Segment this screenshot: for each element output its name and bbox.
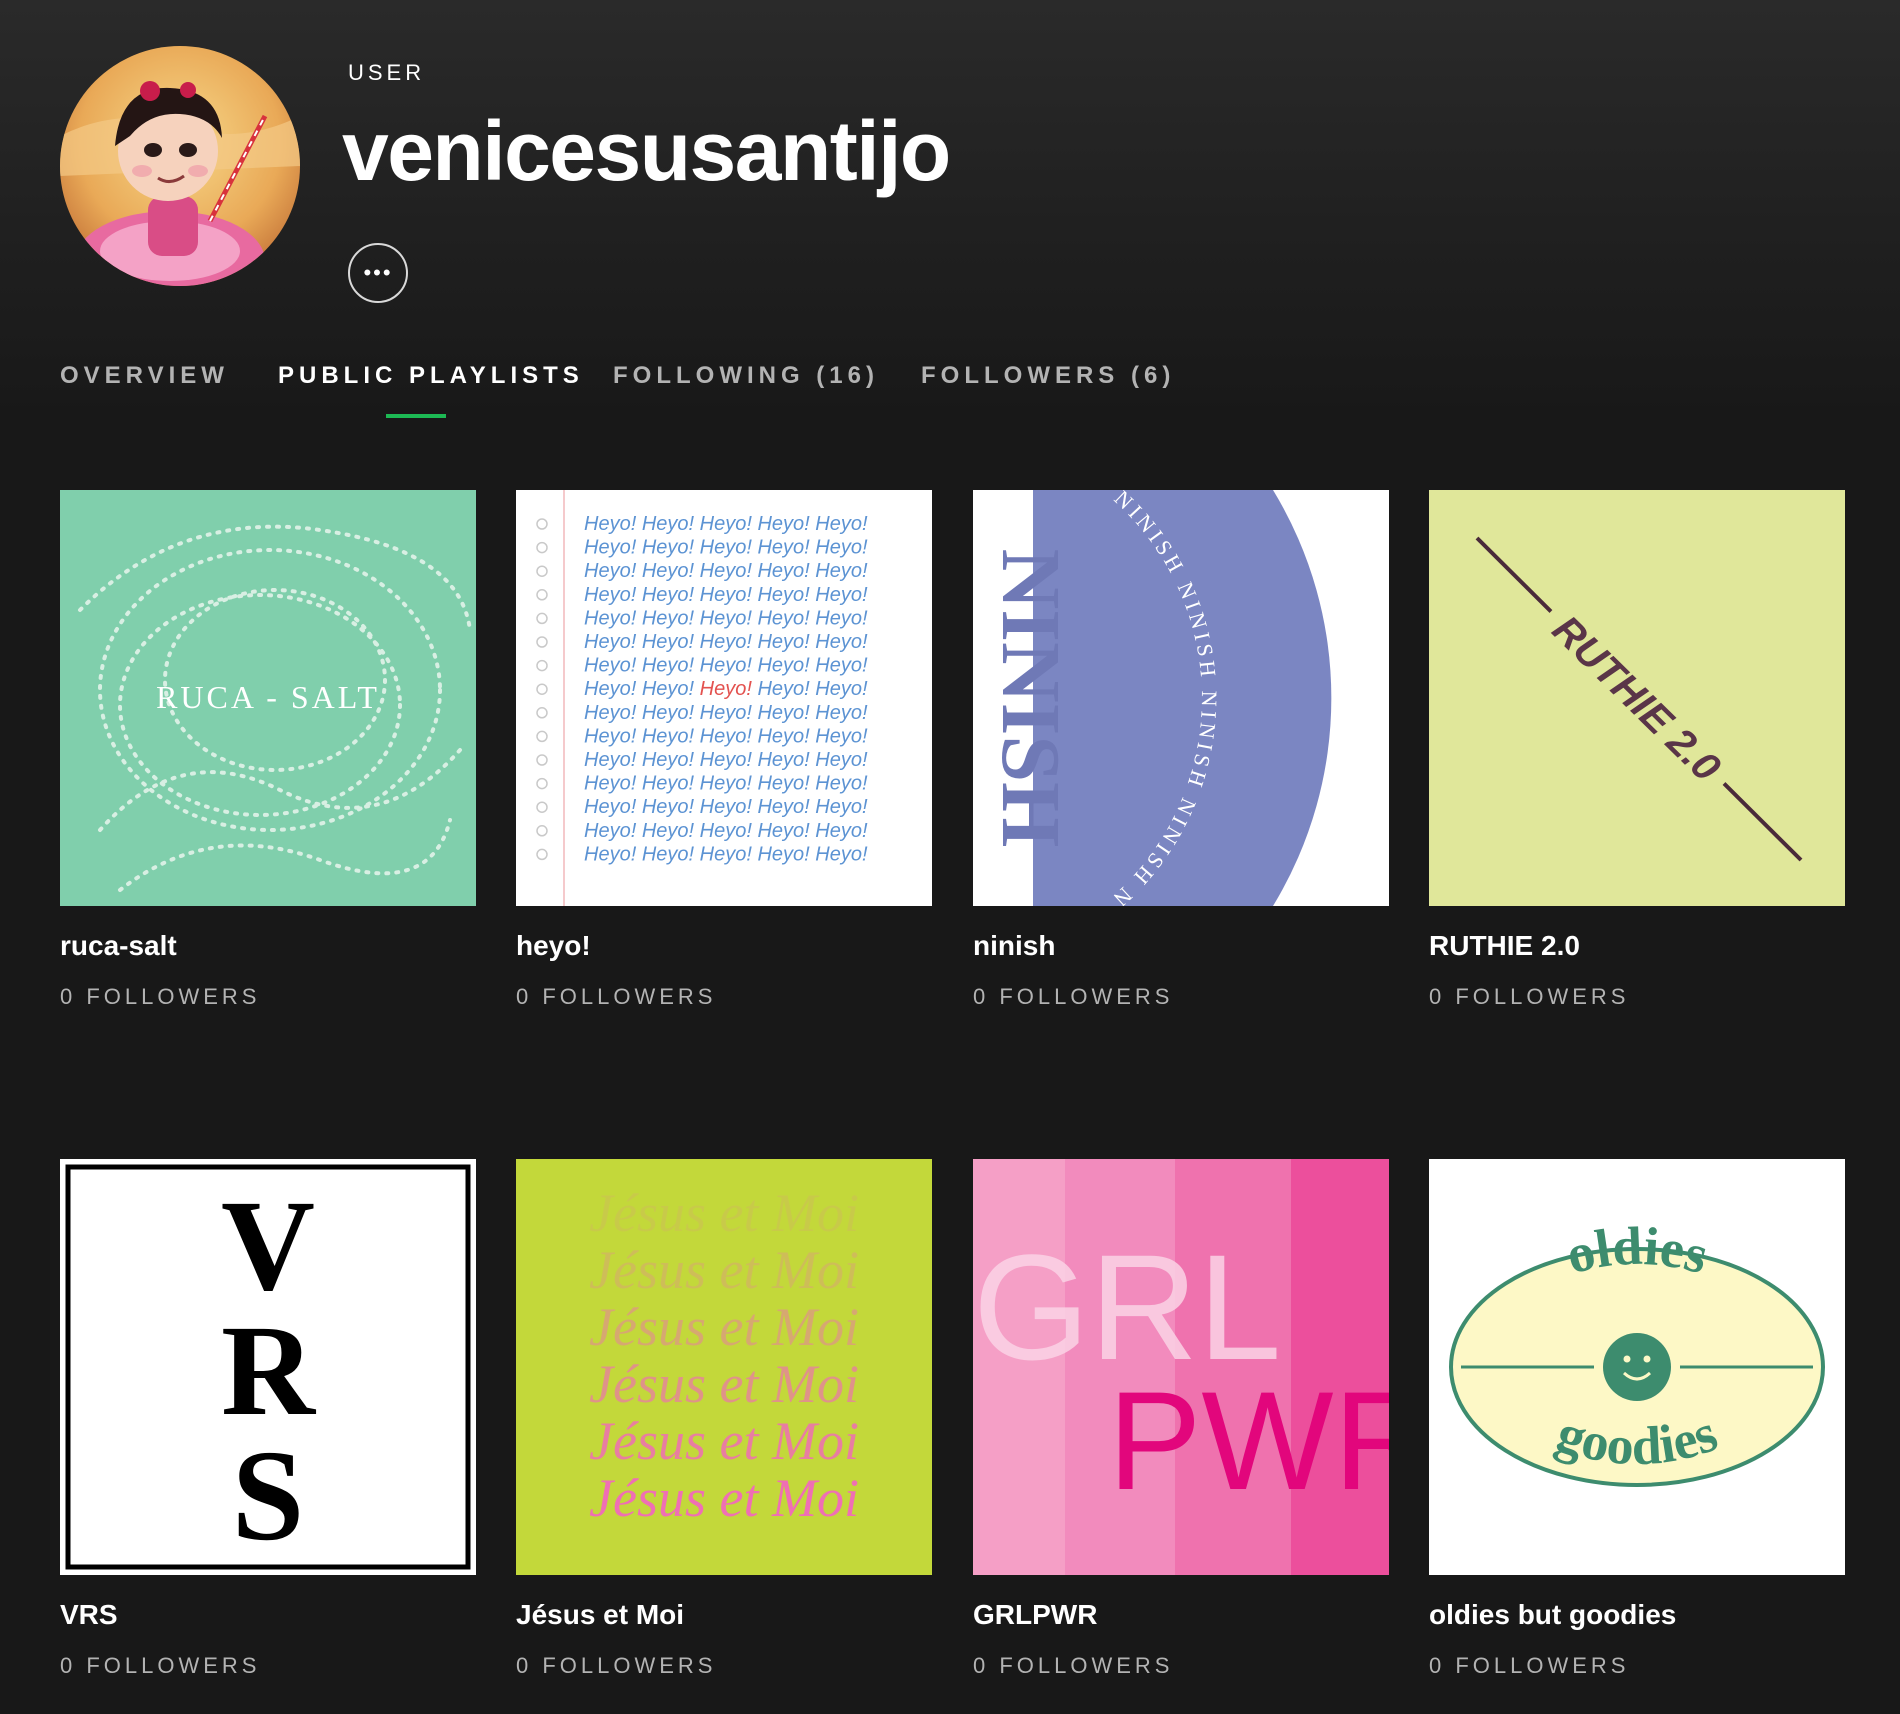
cover-text-line: Jésus et Moi [589,1468,859,1528]
cover-text-line: Heyo! Heyo! Heyo! Heyo! Heyo! [584,843,868,865]
playlist-cover[interactable]: V R S [60,1159,476,1575]
playlist-cover[interactable]: oldies goodies [1429,1159,1845,1575]
cover-text-line: Heyo! Heyo! Heyo! Heyo! Heyo! [584,749,868,771]
playlist-cover[interactable]: NINISH NINISH NINISH NINISH NINISH NIN N… [973,490,1389,906]
playlist-title[interactable]: heyo! [516,930,932,962]
cover-text-line: Jésus et Moi [589,1297,859,1357]
profile-username: venicesusantijo [342,104,951,198]
cover-text-line: Jésus et Moi [589,1354,859,1414]
playlist-title[interactable]: Jésus et Moi [516,1599,932,1631]
tab-public-playlists[interactable]: PUBLIC PLAYLISTS [278,362,584,390]
active-tab-indicator [386,414,446,418]
cover-text-line: Heyo! Heyo! Heyo! Heyo! Heyo! [584,560,868,582]
cover-text: V [221,1174,315,1318]
tab-following[interactable]: FOLLOWING (16) [613,362,879,390]
playlist-cover[interactable]: RUCA - SALT [60,490,476,906]
cover-text-line: Heyo! Heyo! Heyo! Heyo! Heyo! [584,537,868,559]
playlist-title[interactable]: ruca-salt [60,930,476,962]
playlist-card[interactable]: RUCA - SALT ruca-salt 0 FOLLOWERS [60,490,476,1010]
cover-text-line: Heyo! Heyo! Heyo! Heyo! Heyo! [584,796,868,818]
user-avatar[interactable] [60,46,300,286]
cover-text-line: Heyo! Heyo! Heyo! Heyo! Heyo! [584,678,868,700]
playlist-card[interactable]: Heyo! Heyo! Heyo! Heyo! Heyo! Heyo! Heyo!… [516,490,932,1010]
cover-text-line: Heyo! Heyo! Heyo! Heyo! Heyo! [584,655,868,677]
playlist-followers: 0 FOLLOWERS [60,984,261,1009]
cover-text: S [232,1424,304,1568]
playlist-card[interactable]: GRL PWR GRLPWR 0 FOLLOWERS [973,1159,1389,1679]
playlist-cover[interactable]: RUTHIE 2.0 [1429,490,1845,906]
ellipsis-icon: ••• [363,260,393,285]
playlist-title[interactable]: VRS [60,1599,476,1631]
cover-text-line: Heyo! Heyo! Heyo! Heyo! Heyo! [584,607,868,629]
cover-text: R [221,1299,317,1443]
playlist-card[interactable]: Jésus et Moi Jésus et Moi Jésus et Moi Jésu… [516,1159,932,1679]
playlist-followers: 0 FOLLOWERS [973,984,1174,1009]
profile-tabs: OVERVIEW PUBLIC PLAYLISTS FOLLOWING (16)… [0,362,1900,422]
cover-text: NINISH [984,549,1077,848]
playlist-title[interactable]: ninish [973,930,1389,962]
cover-text-line: Heyo! Heyo! Heyo! Heyo! Heyo! [584,513,868,535]
playlist-cover[interactable]: Heyo! Heyo! Heyo! Heyo! Heyo! Heyo! Heyo!… [516,490,932,906]
playlist-card[interactable]: oldies goodies oldies but goodies 0 FOLL… [1429,1159,1845,1679]
playlist-followers: 0 FOLLOWERS [973,1653,1174,1678]
tab-followers[interactable]: FOLLOWERS (6) [921,362,1175,390]
cover-text: PWR [1108,1362,1389,1519]
playlist-followers: 0 FOLLOWERS [1429,1653,1630,1678]
playlist-title[interactable]: GRLPWR [973,1599,1389,1631]
cover-text-line: Heyo! Heyo! Heyo! Heyo! Heyo! [584,773,868,795]
playlist-followers: 0 FOLLOWERS [60,1653,261,1678]
profile-type-label: USER [348,60,426,85]
tab-overview[interactable]: OVERVIEW [60,362,229,390]
cover-text-line: Jésus et Moi [589,1240,859,1300]
profile-header: USER venicesusantijo ••• [0,0,1900,420]
playlist-title[interactable]: oldies but goodies [1429,1599,1845,1631]
playlist-followers: 0 FOLLOWERS [1429,984,1630,1009]
playlist-card[interactable]: V R S VRS 0 FOLLOWERS [60,1159,476,1679]
cover-text-line: Heyo! Heyo! Heyo! Heyo! Heyo! [584,631,868,653]
playlist-followers: 0 FOLLOWERS [516,984,717,1009]
playlist-card[interactable]: NINISH NINISH NINISH NINISH NINISH NIN N… [973,490,1389,1010]
playlist-followers: 0 FOLLOWERS [516,1653,717,1678]
playlist-cover[interactable]: GRL PWR [973,1159,1389,1575]
more-options-button[interactable]: ••• [348,243,408,303]
playlist-card[interactable]: RUTHIE 2.0 RUTHIE 2.0 0 FOLLOWERS [1429,490,1845,1010]
playlist-title[interactable]: RUTHIE 2.0 [1429,930,1845,962]
cover-text-line: Heyo! Heyo! Heyo! Heyo! Heyo! [584,725,868,747]
cover-text-line: Heyo! Heyo! Heyo! Heyo! Heyo! [584,702,868,724]
cover-text: RUCA - SALT [156,679,380,715]
cover-text-line: Jésus et Moi [589,1411,859,1471]
playlist-cover[interactable]: Jésus et Moi Jésus et Moi Jésus et Moi Jésu… [516,1159,932,1575]
cover-text-line: Heyo! Heyo! Heyo! Heyo! Heyo! [584,820,868,842]
cover-text-line: Jésus et Moi [589,1183,859,1243]
cover-text-line: Heyo! Heyo! Heyo! Heyo! Heyo! [584,584,868,606]
